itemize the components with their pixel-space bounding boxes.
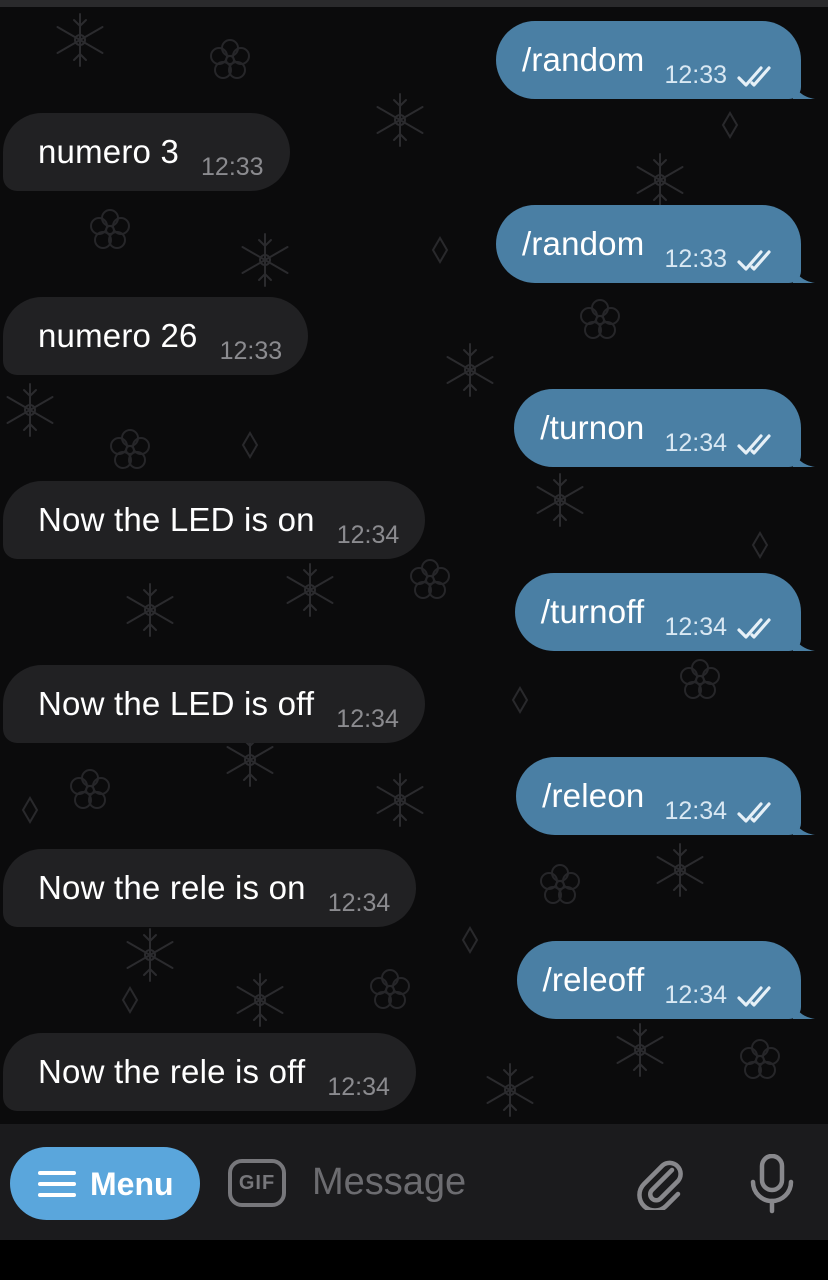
message-time: 12:34 — [327, 889, 391, 917]
microphone-icon[interactable] — [748, 1154, 796, 1214]
double-check-icon — [737, 986, 771, 1007]
double-check-icon — [737, 66, 771, 87]
bubble-tail — [793, 447, 815, 467]
message-time: 12:34 — [664, 797, 727, 825]
incoming-message[interactable]: Now the rele is on 12:34 — [3, 849, 417, 927]
hamburger-icon — [38, 1171, 76, 1197]
double-check-icon — [737, 434, 771, 455]
message-text: numero 26 — [38, 317, 198, 354]
message-time: 12:34 — [336, 521, 400, 549]
message-text: /releoff — [542, 961, 645, 998]
outgoing-message[interactable]: /random 12:33 — [495, 21, 815, 99]
message-text: Now the LED is on — [38, 501, 315, 538]
gif-button[interactable]: GIF — [228, 1159, 286, 1207]
message-text: Now the rele is on — [38, 869, 306, 906]
message-text: /turnoff — [540, 593, 645, 630]
message-time: 12:34 — [664, 429, 727, 457]
menu-label: Menu — [90, 1166, 174, 1202]
message-time: 12:33 — [664, 245, 727, 273]
menu-button[interactable]: Menu — [10, 1147, 200, 1220]
chat-area[interactable]: /random 12:33 numero 3 12:33/random 12:33 num… — [0, 0, 828, 1124]
bubble-tail — [793, 999, 815, 1019]
message-text: numero 3 — [38, 133, 180, 170]
bubble-tail — [793, 815, 815, 835]
double-check-icon — [737, 250, 771, 271]
incoming-message[interactable]: Now the LED is on 12:34 — [3, 481, 426, 559]
double-check-icon — [737, 618, 771, 639]
message-text: /turnon — [540, 409, 645, 446]
message-time: 12:34 — [327, 1073, 390, 1101]
input-bar: Menu GIF — [0, 1124, 828, 1240]
incoming-message[interactable]: Now the rele is off 12:34 — [3, 1033, 416, 1111]
message-text: /releon — [542, 777, 645, 814]
bubble-tail — [793, 79, 815, 99]
outgoing-message[interactable]: /releon 12:34 — [516, 757, 815, 835]
bubble-tail — [793, 631, 815, 651]
system-nav-bar — [0, 1240, 828, 1280]
message-time: 12:33 — [201, 153, 264, 181]
outgoing-message[interactable]: /releoff 12:34 — [516, 941, 815, 1019]
top-divider — [0, 0, 828, 7]
message-time: 12:34 — [336, 705, 399, 733]
paperclip-icon[interactable] — [632, 1154, 688, 1210]
incoming-message[interactable]: numero 26 12:33 — [3, 297, 309, 375]
outgoing-message[interactable]: /turnoff 12:34 — [514, 573, 815, 651]
outgoing-message[interactable]: /random 12:33 — [495, 205, 815, 283]
message-input[interactable] — [312, 1156, 612, 1208]
message-time: 12:33 — [219, 337, 283, 365]
message-time: 12:34 — [664, 613, 727, 641]
incoming-message[interactable]: Now the LED is off 12:34 — [3, 665, 425, 743]
outgoing-message[interactable]: /turnon 12:34 — [514, 389, 815, 467]
incoming-message[interactable]: numero 3 12:33 — [3, 113, 290, 191]
message-text: /random — [521, 41, 645, 78]
message-text: Now the LED is off — [38, 685, 315, 722]
double-check-icon — [737, 802, 771, 823]
message-text: /random — [521, 225, 645, 262]
message-time: 12:34 — [664, 981, 727, 1009]
message-time: 12:33 — [664, 61, 727, 89]
message-text: Now the rele is off — [38, 1053, 306, 1090]
bubble-tail — [793, 263, 815, 283]
